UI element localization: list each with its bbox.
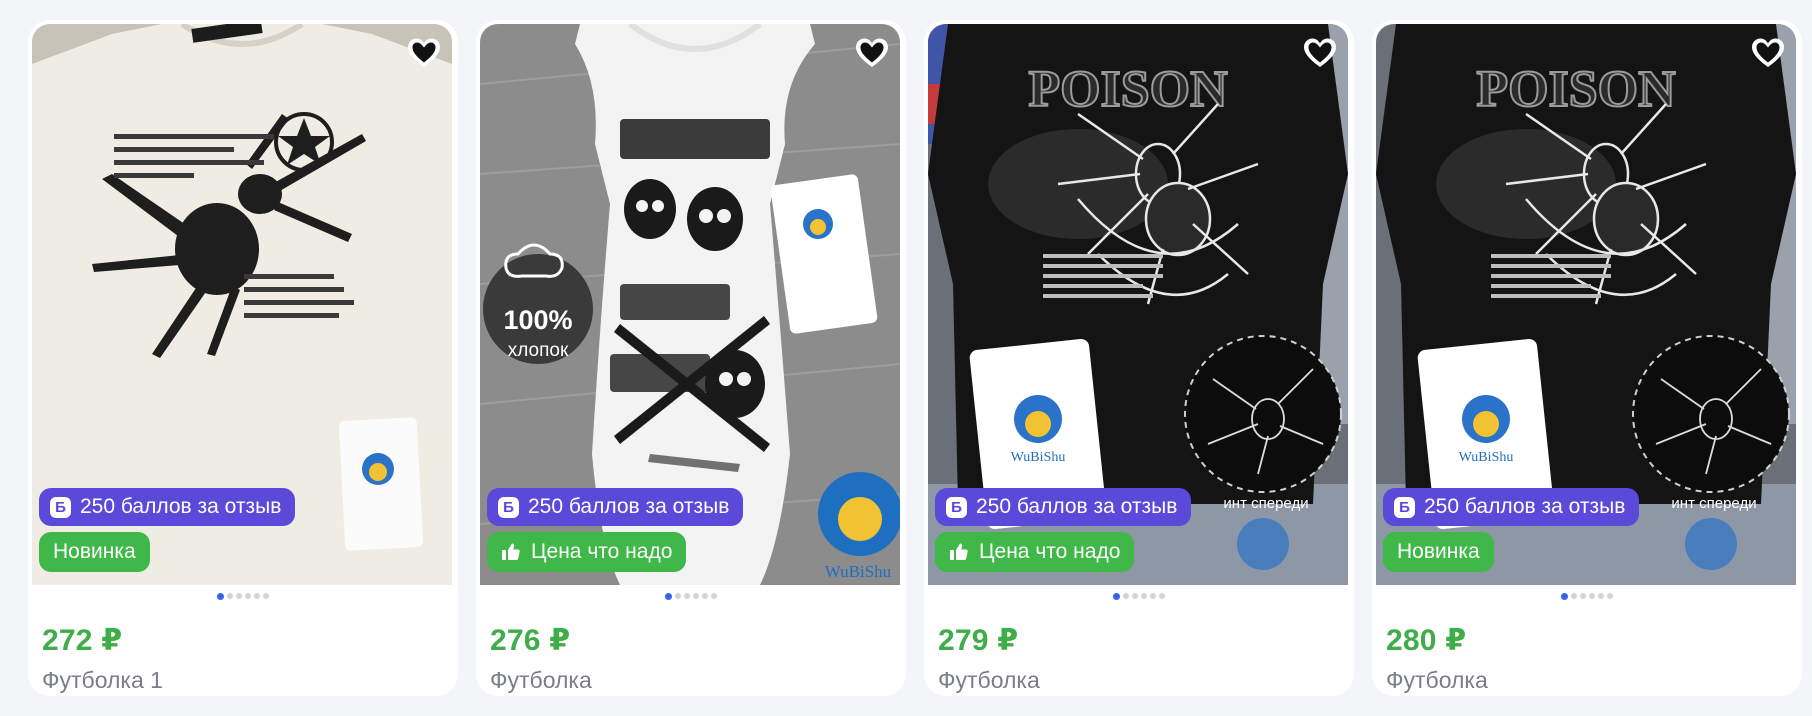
pagination-dot[interactable] — [1589, 593, 1595, 599]
product-price: 279 ₽ — [938, 624, 1019, 657]
pagination-dot[interactable] — [1123, 593, 1129, 599]
heart-icon — [408, 38, 440, 67]
bonus-b-icon: Б — [50, 496, 71, 518]
product-title[interactable]: Футболка — [1386, 667, 1488, 694]
review-points-badge: Б 250 баллов за отзыв — [39, 488, 296, 526]
thumbs-up-icon — [950, 543, 968, 560]
favorite-button[interactable] — [1300, 34, 1340, 74]
bonus-b-icon: Б — [946, 496, 967, 518]
pagination-dot[interactable] — [245, 593, 251, 599]
product-card[interactable]: POISON WuBiShu инт спереди Б 250 баллов … — [924, 20, 1354, 696]
product-price: 276 ₽ — [490, 624, 571, 657]
new-badge: Новинка — [39, 532, 150, 572]
pagination-dot[interactable] — [1113, 592, 1120, 600]
pagination-dot[interactable] — [684, 593, 690, 599]
product-title[interactable]: Футболка — [938, 667, 1040, 694]
pagination-dot[interactable] — [236, 593, 242, 599]
tag-label: Новинка — [1397, 540, 1480, 563]
pagination-dot[interactable] — [711, 593, 717, 599]
photo-caption-front-print: инт спереди — [1671, 495, 1756, 512]
product-price: 272 ₽ — [42, 624, 123, 657]
photo-caption-front-print: инт спереди — [1223, 495, 1308, 512]
photo-brand-wubishu: WuBiShu — [1011, 450, 1066, 465]
pagination-dot[interactable] — [227, 593, 233, 599]
product-card[interactable]: 100% хлопок WuBiShu Б 250 баллов за отзы… — [476, 20, 906, 696]
pagination-dot[interactable] — [217, 592, 224, 600]
product-grid: Б 250 баллов за отзыв Новинка 272 ₽ Футб… — [28, 20, 1812, 700]
good-price-badge: Цена что надо — [487, 532, 687, 572]
pagination-dot[interactable] — [263, 593, 269, 599]
photo-pagination-dots — [924, 592, 1354, 600]
photo-pagination-dots — [1372, 592, 1802, 600]
pagination-dot[interactable] — [1132, 593, 1138, 599]
heart-icon — [856, 38, 888, 67]
pagination-dot[interactable] — [1159, 593, 1165, 599]
pagination-dot[interactable] — [693, 593, 699, 599]
pagination-dot[interactable] — [702, 593, 708, 599]
pagination-dot[interactable] — [1141, 593, 1147, 599]
photo-brand-wubishu: WuBiShu — [825, 562, 892, 581]
pagination-dot[interactable] — [254, 593, 260, 599]
review-points-label: 250 баллов за отзыв — [80, 495, 282, 518]
thumbs-up-icon — [502, 543, 520, 560]
bonus-b-icon: Б — [1394, 496, 1415, 518]
favorite-button[interactable] — [404, 34, 444, 74]
product-title[interactable]: Футболка 1 — [42, 667, 163, 694]
pagination-dot[interactable] — [1150, 593, 1156, 599]
pagination-dot[interactable] — [1561, 592, 1568, 600]
product-price: 280 ₽ — [1386, 624, 1467, 657]
photo-print-poison: POISON — [1028, 61, 1227, 118]
pagination-dot[interactable] — [1571, 593, 1577, 599]
tag-label: Цена что надо — [531, 540, 673, 563]
heart-icon — [1752, 38, 1784, 67]
favorite-button[interactable] — [1748, 34, 1788, 74]
review-points-badge: Б 250 баллов за отзыв — [487, 488, 744, 526]
pagination-dot[interactable] — [1598, 593, 1604, 599]
product-card[interactable]: POISON WuBiShu инт спереди Б 250 баллов … — [1372, 20, 1802, 696]
review-points-label: 250 баллов за отзыв — [528, 495, 730, 518]
heart-icon — [1304, 38, 1336, 67]
bonus-b-icon: Б — [498, 496, 519, 518]
review-points-badge: Б 250 баллов за отзыв — [1383, 488, 1640, 526]
pagination-dot[interactable] — [675, 593, 681, 599]
product-title[interactable]: Футболка — [490, 667, 592, 694]
photo-pagination-dots — [476, 592, 906, 600]
photo-caption-percent: 100% — [503, 305, 572, 335]
review-points-badge: Б 250 баллов за отзыв — [935, 488, 1192, 526]
good-price-badge: Цена что надо — [935, 532, 1135, 572]
product-card[interactable]: Б 250 баллов за отзыв Новинка 272 ₽ Футб… — [28, 20, 458, 696]
review-points-label: 250 баллов за отзыв — [976, 495, 1178, 518]
photo-pagination-dots — [28, 592, 458, 600]
photo-caption-cotton: хлопок — [508, 340, 569, 361]
photo-brand-wubishu: WuBiShu — [1459, 450, 1514, 465]
tag-label: Цена что надо — [979, 540, 1121, 563]
pagination-dot[interactable] — [1580, 593, 1586, 599]
photo-print-poison: POISON — [1476, 61, 1675, 118]
new-badge: Новинка — [1383, 532, 1494, 572]
review-points-label: 250 баллов за отзыв — [1424, 495, 1626, 518]
favorite-button[interactable] — [852, 34, 892, 74]
pagination-dot[interactable] — [1607, 593, 1613, 599]
pagination-dot[interactable] — [665, 592, 672, 600]
tag-label: Новинка — [53, 540, 136, 563]
